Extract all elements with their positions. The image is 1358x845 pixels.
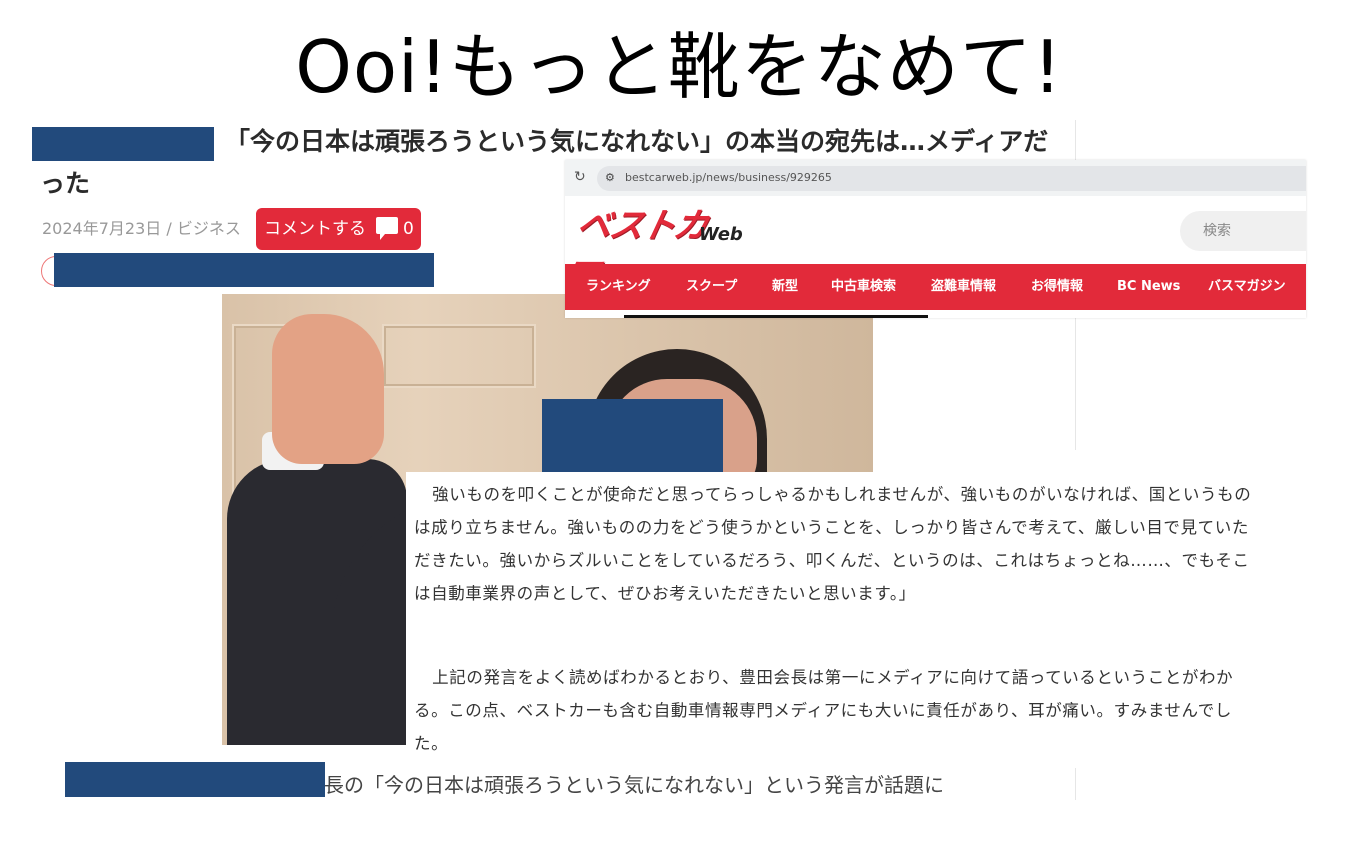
nav-item-bus-magazine[interactable]: バスマガジン (1208, 264, 1286, 310)
browser-window: ↻ ⚙ bestcarweb.jp/news/business/929265 ベ… (564, 160, 1306, 318)
article-meta: 2024年7月23日 / ビジネス (42, 219, 241, 238)
comment-button[interactable]: コメントする 0 (256, 208, 421, 250)
redaction-box-face (542, 399, 723, 472)
nav-item-bc-news[interactable]: BC News (1117, 264, 1180, 310)
quote-paragraph-1: 強いものを叩くことが使命だと思ってらっしゃるかもしれませんが、強いものがいなけれ… (414, 485, 1252, 603)
column-divider-bottom (1075, 768, 1076, 800)
nav-item-deals[interactable]: お得情報 (1031, 264, 1083, 310)
nav-item-new-model[interactable]: 新型 (772, 264, 798, 310)
comment-button-label: コメントする (264, 219, 366, 239)
address-bar: ↻ ⚙ bestcarweb.jp/news/business/929265 (565, 160, 1306, 196)
nav-item-ranking[interactable]: ランキング (586, 264, 651, 310)
site-nav-bar: ランキング スクープ 新型 中古車検索 盗難車情報 お得情報 BC News バ… (565, 264, 1306, 310)
url-text: bestcarweb.jp/news/business/929265 (625, 171, 832, 184)
comment-count: 0 (403, 219, 414, 239)
nav-item-stolen-car-info[interactable]: 盗難車情報 (931, 264, 996, 310)
raised-hand (272, 314, 384, 464)
slide-title: Ooi!もっと靴をなめて! (295, 25, 1063, 109)
wall-panel (382, 324, 536, 388)
site-settings-icon[interactable]: ⚙ (605, 171, 615, 184)
redaction-box-bottom (65, 762, 325, 797)
quote-card: 強いものを叩くことが使命だと思ってらっしゃるかもしれませんが、強いものがいなけれ… (406, 472, 1256, 757)
nav-item-used-car-search[interactable]: 中古車検索 (831, 264, 896, 310)
quote-paragraph-2: 上記の発言をよく読めばわかるとおり、豊田会長は第一にメディアに向けて語っていると… (414, 668, 1234, 753)
comment-bubble-icon (376, 217, 398, 240)
site-search-input[interactable]: 検索 (1180, 211, 1306, 251)
site-logo[interactable]: ベストカー Web (564, 206, 742, 286)
redaction-box-author (54, 253, 434, 287)
reload-icon[interactable]: ↻ (574, 169, 586, 185)
nav-item-scoop[interactable]: スクープ (686, 264, 737, 310)
redaction-box-headline (32, 127, 214, 161)
nav-active-underline (624, 315, 928, 318)
